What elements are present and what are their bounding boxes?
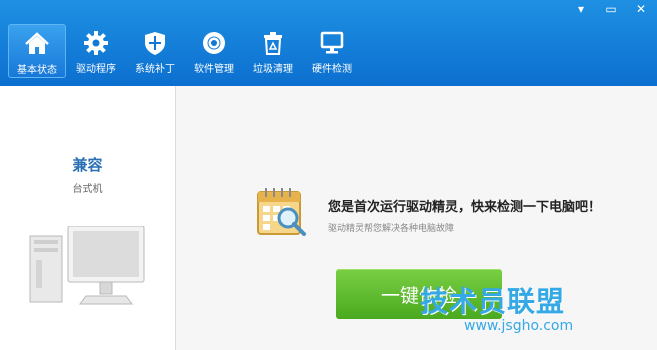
- main-nav: 基本状态 驱动程序 系统补丁 软件管理 垃圾清理 硬件检测: [8, 24, 361, 78]
- nav-label: 硬件检测: [312, 64, 352, 75]
- device-name: 兼容: [72, 156, 103, 174]
- close-icon[interactable]: ✕: [633, 2, 649, 16]
- monitor-icon: [320, 31, 344, 54]
- shield-icon: [145, 32, 165, 55]
- disc-icon: [203, 32, 225, 54]
- window-controls: ▾ ▭ ✕: [573, 2, 649, 16]
- nav-item-basic-status[interactable]: 基本状态: [8, 24, 66, 78]
- device-panel: 兼容 台式机: [0, 86, 176, 350]
- welcome-subline: 驱动精灵帮您解决各种电脑故障: [328, 224, 455, 234]
- watermark: 技术员联盟 www.jsgho.com: [420, 280, 650, 334]
- menu-dropdown-icon[interactable]: ▾: [573, 2, 589, 16]
- app-window: ▾ ▭ ✕ 基本状态 驱动程序 系统补丁 软件管理 垃圾清理 硬件检测 兼容 台…: [0, 0, 657, 350]
- nav-label: 系统补丁: [135, 64, 175, 75]
- watermark-title: 技术员联盟: [420, 285, 566, 318]
- nav-item-cleanup[interactable]: 垃圾清理: [244, 24, 302, 78]
- nav-label: 驱动程序: [76, 64, 116, 75]
- minimize-icon[interactable]: ▭: [603, 2, 619, 16]
- gear-icon: [84, 31, 108, 55]
- nav-label: 软件管理: [194, 64, 234, 75]
- nav-item-patches[interactable]: 系统补丁: [126, 24, 184, 78]
- nav-item-drivers[interactable]: 驱动程序: [67, 24, 125, 78]
- device-type: 台式机: [72, 184, 103, 195]
- nav-label: 垃圾清理: [253, 64, 293, 75]
- desktop-computer-icon: [29, 226, 145, 305]
- nav-item-software[interactable]: 软件管理: [185, 24, 243, 78]
- home-icon: [25, 32, 49, 54]
- nav-item-hardware[interactable]: 硬件检测: [303, 24, 361, 78]
- watermark-url: www.jsgho.com: [464, 318, 574, 334]
- calendar-search-icon: [257, 188, 306, 236]
- welcome-headline: 您是首次运行驱动精灵，快来检测一下电脑吧！: [328, 200, 602, 215]
- nav-label: 基本状态: [17, 65, 57, 76]
- trash-icon: [264, 32, 282, 55]
- top-header: ▾ ▭ ✕ 基本状态 驱动程序 系统补丁 软件管理 垃圾清理 硬件检测: [0, 0, 657, 86]
